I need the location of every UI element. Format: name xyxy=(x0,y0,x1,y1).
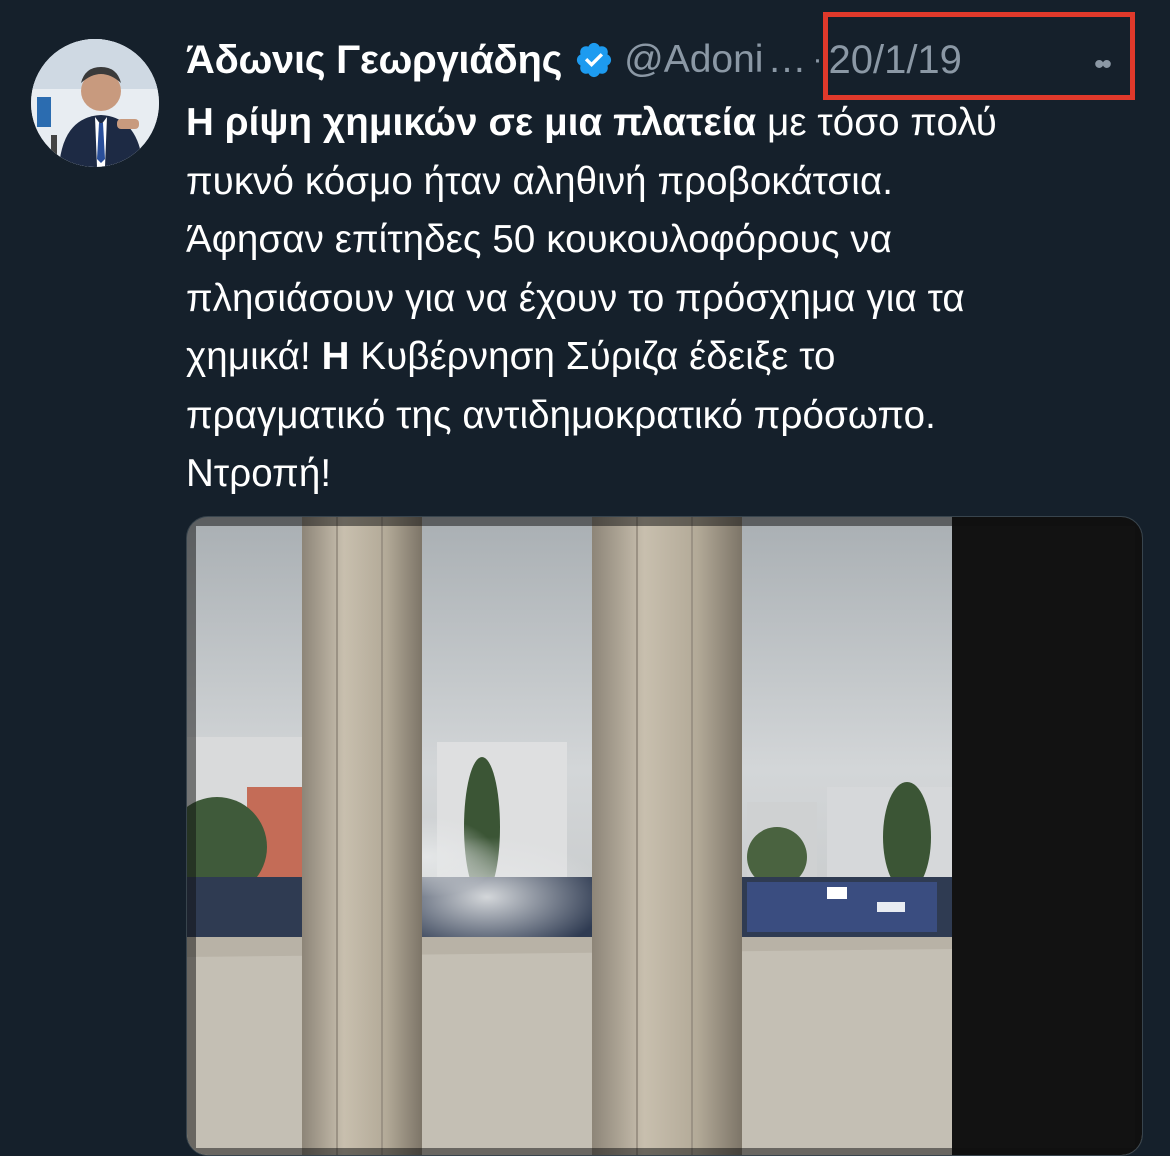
protest-photo xyxy=(187,517,1142,1155)
bold-phrase: Η ρίψη χημικών σε μια πλατεία xyxy=(186,101,757,144)
tweet-text-line-7: Ντροπή! xyxy=(186,452,332,495)
verified-badge-icon xyxy=(577,42,612,78)
author-display-name[interactable]: Άδωνις Γεωργιάδης xyxy=(186,38,562,83)
tweet-text-line-3: Άφησαν επίτηδες 50 κουκουλοφόρους να xyxy=(186,218,892,261)
tweet-text-line-4: πλησιάσουν για να έχουν το πρόσχημα για … xyxy=(186,276,965,320)
text-segment: χημικά! xyxy=(186,335,322,378)
avatar-photo xyxy=(31,39,159,167)
date-highlight-box xyxy=(823,12,1135,100)
text-segment: με τόσο πολύ xyxy=(756,101,997,144)
handle-ellipsis: … xyxy=(767,38,807,81)
text-segment: Κυβέρνηση Σύριζα έδειξε το xyxy=(349,335,836,378)
tweet-media-photo[interactable] xyxy=(186,516,1143,1156)
tweet-text-line-2: πυκνό κόσμο ήταν αληθινή προβοκάτσια. xyxy=(186,159,894,203)
author-handle[interactable]: @Adoni xyxy=(624,38,763,82)
tweet-text-line-1: Η ρίψη χημικών σε μια πλατεία με τόσο πο… xyxy=(186,94,1146,153)
header-separator: · xyxy=(812,43,823,76)
tweet-text: Η ρίψη χημικών σε μια πλατεία με τόσο πο… xyxy=(186,94,1146,504)
bold-letter: Η xyxy=(321,335,350,378)
author-avatar[interactable] xyxy=(31,39,159,167)
tweet-text-line-6: πραγματικό της αντιδημοκρατικό πρόσωπο. xyxy=(186,393,936,437)
tweet-text-line-5: χημικά! Η Κυβέρνηση Σύριζα έδειξε το xyxy=(186,328,1146,387)
